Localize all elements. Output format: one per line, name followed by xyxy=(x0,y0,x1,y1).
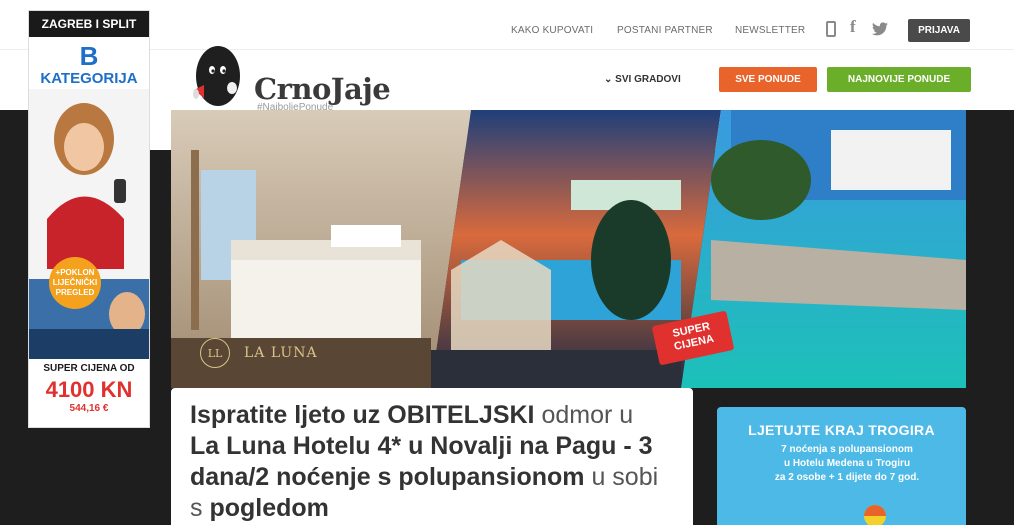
promo-heading: LJETUJTE KRAJ TROGIRA xyxy=(748,422,935,438)
hotel-logo-mark: LL xyxy=(200,338,230,368)
promo-text: 7 noćenja s polupansionom u Hotelu Meden… xyxy=(747,443,947,485)
facebook-icon[interactable]: f xyxy=(850,17,856,37)
chevron-down-icon: ⌄ xyxy=(604,74,613,85)
header-bar: CrnoJaje #NajboljePonude ⌄ SVI GRADOVI S… xyxy=(0,46,1014,113)
ad-cities: ZAGREB I SPLIT xyxy=(29,11,149,37)
login-button[interactable]: PRIJAVA xyxy=(908,19,970,42)
ad-gift-line: PREGLED xyxy=(55,288,95,297)
ad-gift-line: LIJEČNIČKI xyxy=(52,278,98,287)
driving-school-ad-banner[interactable]: ZAGREB I SPLIT B KATEGORIJA +POKLON LIJE… xyxy=(28,10,150,428)
all-offers-button[interactable]: SVE PONUDE xyxy=(719,67,817,92)
promo-text-line: 7 noćenja s polupansionom xyxy=(781,444,913,455)
ad-price-kn: 4100 KN xyxy=(45,377,133,402)
phone-icon[interactable] xyxy=(826,21,836,37)
beach-ball-icon xyxy=(864,505,886,525)
ad-gift-badge: +POKLON LIJEČNIČKI PREGLED xyxy=(49,257,101,309)
promo-text-line: za 2 osobe + 1 dijete do 7 god. xyxy=(774,472,920,483)
offer-title-part: odmor u xyxy=(534,401,634,429)
city-select-label: SVI GRADOVI xyxy=(615,74,681,85)
ad-price-eur: 544,16 € xyxy=(69,403,109,414)
offer-card[interactable]: Ispratite ljeto uz OBITELJSKI odmor u La… xyxy=(171,388,693,525)
ad-price-label: SUPER CIJENA OD xyxy=(43,363,135,374)
top-navigation: KAKO KUPOVATI POSTANI PARTNER NEWSLETTER… xyxy=(0,0,1014,50)
ad-gift-line: +POKLON xyxy=(55,268,95,277)
offer-title[interactable]: Ispratite ljeto uz OBITELJSKI odmor u La… xyxy=(190,400,660,524)
ad-photo xyxy=(29,89,149,359)
promo-text-line: u Hotelu Medena u Trogiru xyxy=(783,458,911,469)
nav-link-how-to-buy[interactable]: KAKO KUPOVATI xyxy=(511,25,593,36)
offer-title-part: Ispratite ljeto uz OBITELJSKI xyxy=(190,401,535,429)
egg-mascot-logo[interactable] xyxy=(192,40,242,110)
nav-link-newsletter[interactable]: NEWSLETTER xyxy=(735,25,805,36)
trogir-promo-banner[interactable]: LJETUJTE KRAJ TROGIRA 7 noćenja s polupa… xyxy=(717,407,966,525)
nav-link-become-partner[interactable]: POSTANI PARTNER xyxy=(617,25,713,36)
brand-name[interactable]: CrnoJaje xyxy=(254,72,391,106)
hotel-logo-text: LA LUNA xyxy=(244,345,318,361)
newest-offers-button[interactable]: NAJNOVIJE PONUDE xyxy=(827,67,971,92)
offer-title-part: pogledom xyxy=(209,494,329,522)
city-select[interactable]: ⌄ SVI GRADOVI xyxy=(604,74,681,85)
twitter-icon[interactable] xyxy=(872,22,888,36)
ad-category-label: KATEGORIJA xyxy=(40,70,138,87)
offer-title-part: La Luna Hotelu 4* u Novalji na Pagu - 3 … xyxy=(190,432,653,491)
ad-category-letter: B xyxy=(79,41,99,71)
